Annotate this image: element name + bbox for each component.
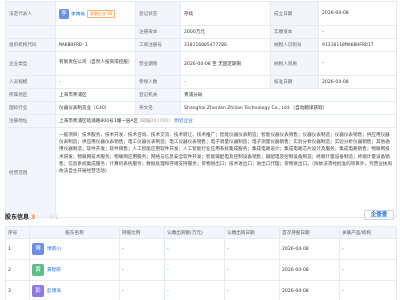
ratio-value: - [119,238,165,260]
col-first-date[interactable]: 首次持股日期 [279,226,340,239]
row-index: 2 [5,259,30,281]
ratio-value: - [119,259,165,281]
table-row: 1 博博南川 - - - 2026-04-08 - [5,238,397,260]
paid-capital-value: - [318,25,397,39]
biz-term-value: 2026-04-08 至 无固定期限 [180,51,271,76]
first-date-value: 2026-04-08 [279,280,340,300]
taxpayer-id-label: 纳税人识别号 [270,38,319,52]
english-name-value: Shanghai Zhenlan Zhilian Technology Co.,… [180,101,397,115]
biz-reg-no-label: 工商注册号 [135,38,181,52]
legal-rep-avatar: 李 [59,8,69,19]
shareholder-avatar: 博 [32,243,44,255]
date-value: - [224,238,280,260]
col-related: 关联产品/机构 [339,226,397,239]
taxpayer-qual-value: - [318,51,397,76]
reg-status-label: 登记状态 [135,1,181,26]
reg-authority-value: 青浦分局 [180,88,397,102]
est-date-value: 2026-04-08 [318,1,397,26]
col-ratio[interactable]: 持股比例 [119,226,165,239]
first-date-value: 2026-04-08 [279,259,340,281]
table-row: 2 黄黄智研 - - - 2026-04-08 - [5,259,397,281]
col-name: 股东名称 [29,226,120,239]
table-row: 3 彭彭博涛 - - - 2026-04-08 - [5,280,397,300]
shareholder-avatar: 彭 [32,285,44,297]
org-code-label: 组织机构代码 [5,38,56,52]
col-amount[interactable]: 认缴出资额(万元) [164,226,225,239]
english-name-label: 英文名 [135,101,181,115]
shareholders-title: 股东信息 3 [5,212,35,221]
staff-size-label: 人员规模 [5,75,56,89]
reg-status-value: 存续 [180,1,271,26]
org-code-value: MAKBHFRD-1 [55,38,136,52]
info-icon[interactable]: ⓘ ⤓ [49,213,58,220]
legal-rep-name-link[interactable]: 李博伟 [71,12,85,17]
taxpayer-qual-label: 纳税人资质 [270,51,319,76]
address-label: 注册地址 [5,114,56,128]
shareholder-cell: 彭彭博涛 [29,280,120,300]
col-date[interactable]: 认缴出资日期 [224,226,280,239]
related-value: - [339,238,397,260]
shareholder-cell: 黄黄智研 [29,259,120,281]
qichacha-logo: 企查查 [364,210,394,220]
legal-rep-cell: 李李博伟 关联企业 16 [55,1,136,26]
approval-date-value: 2026-04-08 [318,75,397,89]
address-cell: 上海市青浦区岐浦路800号1幢一层A区 (邮编201700) 附近企业 [55,114,397,128]
date-value: - [224,259,280,281]
reg-authority-label: 登记机关 [135,88,181,102]
industry-label: 国标行业 [5,101,56,115]
shareholder-name-link[interactable]: 黄智研 [47,268,61,273]
shareholders-title-text: 股东信息 [5,214,30,221]
reg-capital-label: 注册资本 [135,25,181,39]
shareholders-header: 股东信息 3 ⓘ ⤓ 企查查 [5,210,396,222]
company-type-value: 有限责任公司（自然人投资或控股） [55,51,136,76]
biz-reg-no-value: 310116005477786 [180,38,271,52]
row-index: 1 [5,238,30,260]
nearby-companies-link[interactable]: 附近企业 [174,119,192,124]
legal-rep-label: 法定代表人 [5,1,56,26]
staff-size-value: - [55,75,136,89]
shareholders-count: 3 [31,214,36,221]
taxpayer-id-value: 91310118MAKBHFRD17 [318,38,397,52]
postcode-note: (邮编201700) [139,119,170,124]
paid-capital-label: 实缴资本 [270,25,319,39]
ratio-value: - [119,280,165,300]
approval-date-label: 核准日期 [270,75,319,89]
date-value: - [224,280,280,300]
shareholders-table: 序号 股东名称 持股比例 认缴出资额(万元) 认缴出资日期 首次持股日期 关联产… [5,226,397,300]
biz-term-label: 营业期限 [135,51,181,76]
company-info-table: 法定代表人 李李博伟 关联企业 16 登记状态 存续 成立日期 2026-04-0… [5,1,397,218]
reg-capital-label-spacer [5,25,56,39]
address-value: 上海市青浦区岐浦路800号1幢一层A区 [59,119,139,124]
row-index: 3 [5,280,30,300]
shareholder-avatar: 黄 [32,264,44,276]
industry-value: 仪器仪表制造业（C40） [55,101,136,115]
scope-label: 经营范围 [5,127,56,218]
col-index: 序号 [5,226,30,239]
related-value: - [339,259,397,281]
amount-value: - [164,259,225,281]
shareholder-name-link[interactable]: 博南川 [47,247,61,252]
related-company-tag[interactable]: 关联企业 16 [86,10,116,18]
reg-capital-spacer [55,25,136,39]
shareholder-name-link[interactable]: 彭博涛 [47,289,61,294]
amount-value: - [164,280,225,300]
est-date-label: 成立日期 [270,1,319,26]
amount-value: - [164,238,225,260]
reg-capital-value: 2000万元 [180,25,271,39]
scope-value: 一般项目：技术服务、技术开发、技术咨询、技术交流、技术转让、技术推广；智能仪器仪… [55,127,397,218]
shareholder-cell: 博博南川 [29,238,120,260]
related-value: - [339,280,397,300]
insured-count-label: 参保人数 [135,75,181,89]
region-label: 所属地区 [5,88,56,102]
region-value: 上海市青浦区 [55,88,136,102]
first-date-value: 2026-04-08 [279,238,340,260]
insured-count-value: - [180,75,271,89]
company-type-label: 企业类型 [5,51,56,76]
